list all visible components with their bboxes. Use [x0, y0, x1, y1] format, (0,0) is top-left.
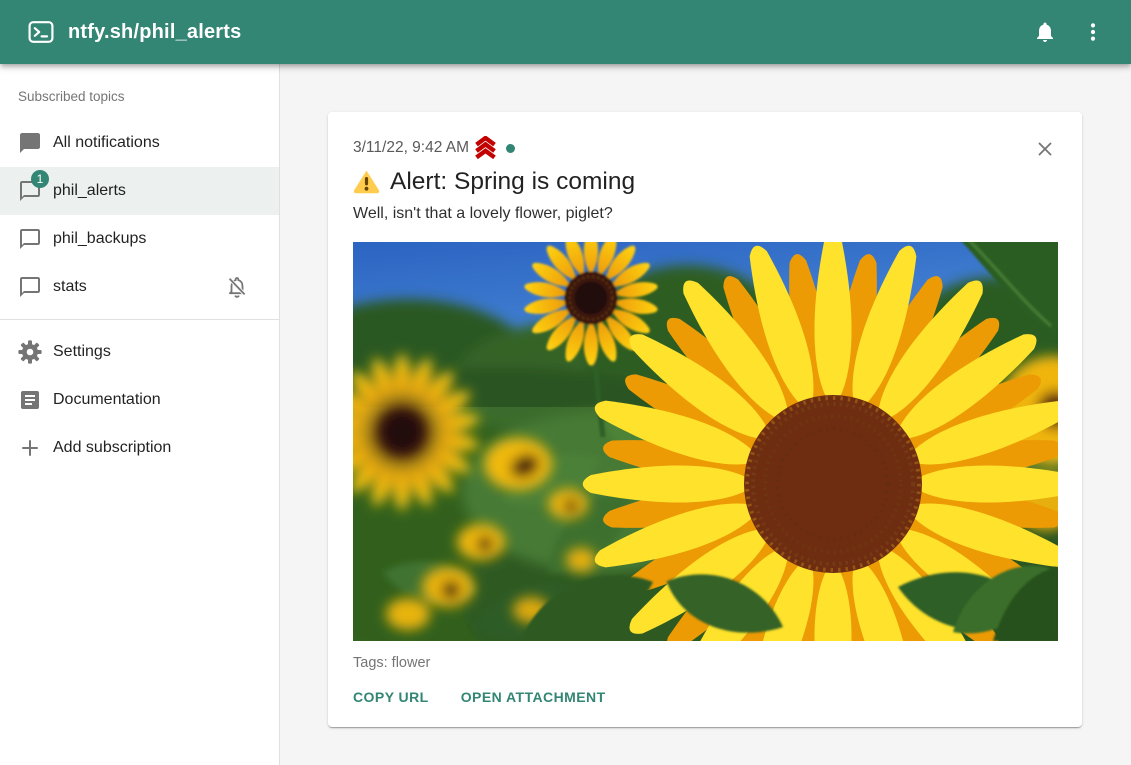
notification-timestamp: 3/11/22, 9:42 AM [353, 136, 469, 160]
chat-bubble-outline-icon: 1 [18, 179, 42, 203]
copy-url-button[interactable]: COPY URL [345, 681, 437, 713]
article-icon [18, 388, 42, 412]
sidebar-item-label: Add subscription [53, 439, 171, 457]
plus-icon [18, 436, 42, 460]
ntfy-app: ntfy.sh/phil_alerts Subscribed topics [0, 0, 1131, 765]
chat-bubble-outline-icon [18, 275, 42, 299]
sidebar: Subscribed topics All notifications 1 ph… [0, 64, 280, 765]
sidebar-item-label: Settings [53, 343, 111, 361]
notification-body: Well, isn't that a lovely flower, piglet… [353, 202, 1058, 226]
unread-count-badge: 1 [31, 170, 49, 188]
sidebar-item-label: Documentation [53, 391, 161, 409]
notification-tags: Tags: flower [353, 653, 1058, 673]
sidebar-item-label: phil_alerts [53, 182, 126, 200]
kebab-menu-button[interactable] [1069, 8, 1117, 56]
sidebar-item-all-notifications[interactable]: All notifications [0, 119, 279, 167]
sidebar-item-label: All notifications [53, 134, 160, 152]
sidebar-divider [0, 319, 279, 320]
attachment-image[interactable] [353, 242, 1058, 641]
sidebar-item-add-subscription[interactable]: Add subscription [0, 424, 279, 472]
page-title: ntfy.sh/phil_alerts [68, 21, 1021, 44]
chat-bubble-filled-icon [18, 131, 42, 155]
sidebar-item-label: phil_backups [53, 230, 146, 248]
priority-high-icon [474, 136, 497, 160]
open-attachment-button[interactable]: OPEN ATTACHMENT [453, 681, 614, 713]
sidebar-item-label: stats [53, 278, 87, 296]
unread-dot-icon [506, 144, 515, 153]
sidebar-item-phil-backups[interactable]: phil_backups [0, 215, 279, 263]
notification-title-row: Alert: Spring is coming [353, 165, 1058, 198]
notifications-muted-icon [225, 275, 249, 299]
chat-bubble-outline-icon [18, 227, 42, 251]
app-bar: ntfy.sh/phil_alerts [0, 0, 1131, 64]
notifications-bell-button[interactable] [1021, 8, 1069, 56]
notification-meta-row: 3/11/22, 9:42 AM [353, 136, 1058, 160]
notification-card: 3/11/22, 9:42 AM [328, 112, 1082, 727]
main-content: 3/11/22, 9:42 AM [281, 64, 1131, 765]
subscribed-topics-label: Subscribed topics [0, 64, 279, 119]
notifications-bell-icon [1033, 20, 1057, 44]
sidebar-item-documentation[interactable]: Documentation [0, 376, 279, 424]
close-icon [1034, 138, 1056, 160]
notification-actions: COPY URL OPEN ATTACHMENT [345, 681, 1058, 713]
sidebar-item-settings[interactable]: Settings [0, 328, 279, 376]
warning-sign-emoji-icon [353, 169, 380, 194]
gear-icon [18, 340, 42, 364]
sidebar-item-phil-alerts[interactable]: 1 phil_alerts [0, 167, 279, 215]
close-notification-button[interactable] [1032, 136, 1058, 162]
sidebar-item-stats[interactable]: stats [0, 263, 279, 311]
terminal-icon [28, 19, 54, 45]
notification-title: Alert: Spring is coming [390, 165, 635, 198]
kebab-menu-icon [1081, 20, 1105, 44]
